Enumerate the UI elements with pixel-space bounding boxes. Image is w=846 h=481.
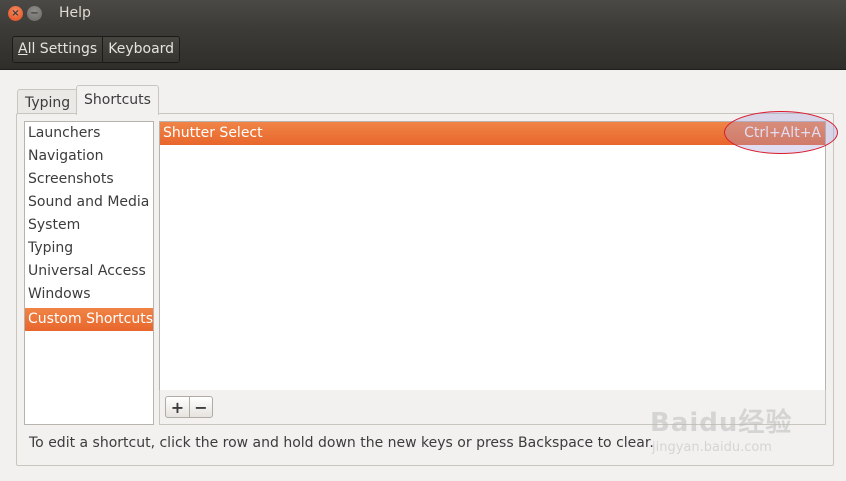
window-title: Help	[59, 5, 91, 21]
category-universal-access[interactable]: Universal Access	[25, 260, 153, 283]
all-settings-label: All Settings	[18, 41, 98, 57]
category-custom-shortcuts[interactable]: Custom Shortcuts	[25, 308, 153, 331]
keyboard-button[interactable]: Keyboard	[102, 37, 180, 62]
shortcut-name: Shutter Select	[163, 125, 263, 141]
all-settings-button[interactable]: All Settings	[13, 37, 103, 62]
tab-shortcuts[interactable]: Shortcuts	[76, 85, 159, 115]
add-remove-group: + −	[165, 396, 213, 418]
keyboard-label: Keyboard	[108, 41, 175, 57]
category-launchers[interactable]: Launchers	[25, 122, 153, 145]
category-sound-and-media[interactable]: Sound and Media	[25, 191, 153, 214]
category-navigation[interactable]: Navigation	[25, 145, 153, 168]
watermark: Baidu经验 jingyan.baidu.com	[650, 392, 810, 462]
category-list: Launchers Navigation Screenshots Sound a…	[24, 121, 154, 425]
watermark-url: jingyan.baidu.com	[652, 440, 772, 455]
shortcut-list: Shutter Select Ctrl+Alt+A	[159, 121, 826, 391]
minimize-icon[interactable]: −	[27, 6, 42, 21]
title-bar: × − Help	[0, 0, 846, 28]
category-windows[interactable]: Windows	[25, 283, 153, 306]
add-shortcut-button[interactable]: +	[166, 397, 189, 417]
breadcrumb: All Settings Keyboard	[12, 36, 181, 63]
category-screenshots[interactable]: Screenshots	[25, 168, 153, 191]
remove-shortcut-button[interactable]: −	[189, 397, 212, 417]
category-typing[interactable]: Typing	[25, 237, 153, 260]
watermark-logo: Baidu经验	[650, 408, 793, 438]
close-icon[interactable]: ×	[8, 6, 23, 21]
annotation-ellipse	[724, 111, 838, 154]
header-bar: All Settings Keyboard	[0, 28, 846, 70]
category-system[interactable]: System	[25, 214, 153, 237]
hint-text: To edit a shortcut, click the row and ho…	[29, 435, 654, 451]
tab-typing[interactable]: Typing	[17, 89, 79, 116]
